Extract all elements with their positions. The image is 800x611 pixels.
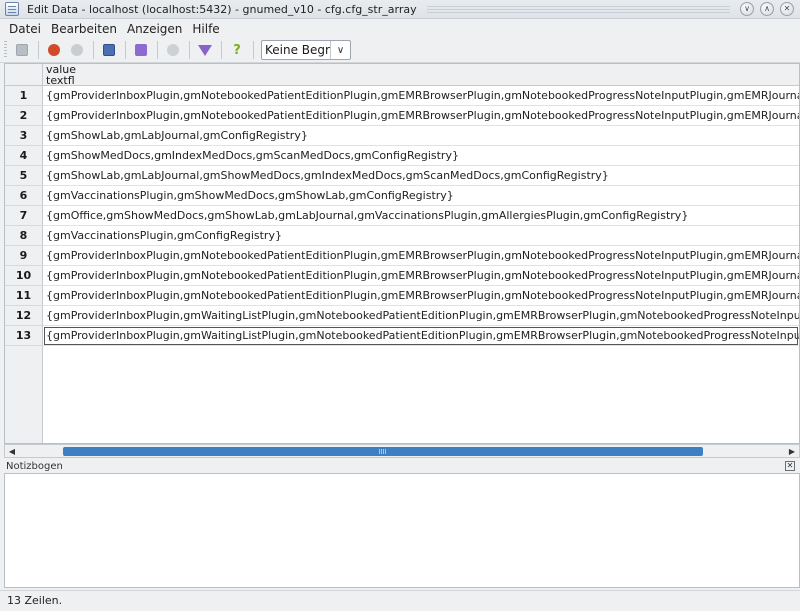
table-row[interactable]: 2 {gmProviderInboxPlugin,gmNotebookedPat… bbox=[5, 106, 799, 126]
notes-textarea[interactable] bbox=[4, 473, 800, 588]
column-header-value[interactable]: value textfl bbox=[43, 64, 799, 86]
filter-select[interactable]: Keine Begre ∨ bbox=[261, 40, 351, 60]
status-text: 13 Zeilen. bbox=[7, 594, 63, 607]
toolbar-grip[interactable] bbox=[4, 41, 7, 59]
table-row[interactable]: 6 {gmVaccinationsPlugin,gmShowMedDocs,gm… bbox=[5, 186, 799, 206]
horizontal-scrollbar[interactable]: ◀ ▶ bbox=[4, 444, 800, 458]
row-header[interactable]: 8 bbox=[5, 226, 43, 246]
chevron-down-icon[interactable]: ∨ bbox=[330, 41, 350, 59]
help-button[interactable]: ? bbox=[226, 39, 248, 61]
menu-bearbeiten[interactable]: Bearbeiten bbox=[51, 22, 117, 36]
table-row[interactable]: 10 {gmProviderInboxPlugin,gmNotebookedPa… bbox=[5, 266, 799, 286]
table-row[interactable]: 9 {gmProviderInboxPlugin,gmNotebookedPat… bbox=[5, 246, 799, 266]
status-bar: 13 Zeilen. bbox=[0, 590, 800, 611]
menu-hilfe[interactable]: Hilfe bbox=[192, 22, 219, 36]
clear-filter-icon bbox=[167, 44, 179, 56]
toolbar-separator bbox=[93, 41, 94, 59]
grid-corner[interactable] bbox=[5, 64, 43, 86]
maximize-button[interactable]: ∧ bbox=[760, 2, 774, 16]
row-header[interactable]: 9 bbox=[5, 246, 43, 266]
filter-button[interactable] bbox=[194, 39, 216, 61]
title-bar-grip bbox=[426, 5, 730, 13]
copy-button[interactable] bbox=[98, 39, 120, 61]
filter-select-value: Keine Begre bbox=[265, 43, 330, 57]
search-icon bbox=[135, 44, 147, 56]
table-row[interactable]: 8 {gmVaccinationsPlugin,gmConfigRegistry… bbox=[5, 226, 799, 246]
table-cell[interactable]: {gmProviderInboxPlugin,gmWaitingListPlug… bbox=[43, 306, 799, 326]
toolbar: ? Keine Begre ∨ bbox=[0, 38, 800, 63]
clear-filter-button[interactable] bbox=[162, 39, 184, 61]
row-header[interactable]: 6 bbox=[5, 186, 43, 206]
table-cell[interactable]: {gmShowLab,gmLabJournal,gmShowMedDocs,gm… bbox=[43, 166, 799, 186]
redo-icon bbox=[71, 44, 83, 56]
filter-icon bbox=[198, 44, 212, 56]
row-header[interactable]: 11 bbox=[5, 286, 43, 306]
menu-bar: Datei Bearbeiten Anzeigen Hilfe bbox=[0, 19, 800, 38]
toolbar-separator bbox=[221, 41, 222, 59]
table-cell[interactable]: {gmShowMedDocs,gmIndexMedDocs,gmScanMedD… bbox=[43, 146, 799, 166]
title-bar: Edit Data - localhost (localhost:5432) -… bbox=[0, 0, 800, 19]
row-header[interactable]: 2 bbox=[5, 106, 43, 126]
copy-icon bbox=[103, 44, 115, 56]
row-header[interactable]: 4 bbox=[5, 146, 43, 166]
toolbar-separator bbox=[157, 41, 158, 59]
undo-icon bbox=[48, 44, 60, 56]
notes-header: Notizbogen ✕ bbox=[4, 460, 800, 473]
table-row[interactable]: 12 {gmProviderInboxPlugin,gmWaitingListP… bbox=[5, 306, 799, 326]
row-header[interactable]: 12 bbox=[5, 306, 43, 326]
table-row[interactable]: 1 {gmProviderInboxPlugin,gmNotebookedPat… bbox=[5, 86, 799, 106]
table-cell[interactable]: {gmOffice,gmShowMedDocs,gmShowLab,gmLabJ… bbox=[43, 206, 799, 226]
scrollbar-thumb[interactable] bbox=[63, 447, 703, 456]
table-cell[interactable]: {gmProviderInboxPlugin,gmNotebookedPatie… bbox=[43, 106, 799, 126]
table-cell-current[interactable]: {gmProviderInboxPlugin,gmWaitingListPlug… bbox=[43, 326, 799, 346]
table-row[interactable]: 3 {gmShowLab,gmLabJournal,gmConfigRegist… bbox=[5, 126, 799, 146]
table-cell[interactable]: {gmShowLab,gmLabJournal,gmConfigRegistry… bbox=[43, 126, 799, 146]
row-header[interactable]: 13 bbox=[5, 326, 43, 346]
row-header[interactable]: 3 bbox=[5, 126, 43, 146]
row-header[interactable]: 10 bbox=[5, 266, 43, 286]
row-header[interactable]: 7 bbox=[5, 206, 43, 226]
save-icon bbox=[16, 44, 28, 56]
toolbar-separator bbox=[38, 41, 39, 59]
window-title: Edit Data - localhost (localhost:5432) -… bbox=[27, 2, 417, 16]
help-icon: ? bbox=[233, 42, 241, 58]
close-button[interactable]: ✕ bbox=[780, 2, 794, 16]
minimize-button[interactable]: ∨ bbox=[740, 2, 754, 16]
table-cell[interactable]: {gmProviderInboxPlugin,gmNotebookedPatie… bbox=[43, 246, 799, 266]
toolbar-separator bbox=[189, 41, 190, 59]
table-row[interactable]: 5 {gmShowLab,gmLabJournal,gmShowMedDocs,… bbox=[5, 166, 799, 186]
redo-button[interactable] bbox=[66, 39, 88, 61]
table-row[interactable]: 13 {gmProviderInboxPlugin,gmWaitingListP… bbox=[5, 326, 799, 346]
table-cell[interactable]: {gmProviderInboxPlugin,gmNotebookedPatie… bbox=[43, 266, 799, 286]
table-cell[interactable]: {gmVaccinationsPlugin,gmShowMedDocs,gmSh… bbox=[43, 186, 799, 206]
row-header[interactable]: 5 bbox=[5, 166, 43, 186]
table-cell[interactable]: {gmProviderInboxPlugin,gmNotebookedPatie… bbox=[43, 286, 799, 306]
table-cell[interactable]: {gmProviderInboxPlugin,gmNotebookedPatie… bbox=[43, 86, 799, 106]
table-cell[interactable]: {gmVaccinationsPlugin,gmConfigRegistry} bbox=[43, 226, 799, 246]
scroll-right-icon[interactable]: ▶ bbox=[786, 446, 798, 458]
data-grid[interactable]: value textfl 1 {gmProviderInboxPlugin,gm… bbox=[4, 63, 800, 444]
toolbar-separator bbox=[125, 41, 126, 59]
toolbar-separator bbox=[253, 41, 254, 59]
menu-datei[interactable]: Datei bbox=[9, 22, 41, 36]
column-header-type: textfl bbox=[46, 74, 75, 87]
table-row[interactable]: 11 {gmProviderInboxPlugin,gmNotebookedPa… bbox=[5, 286, 799, 306]
close-icon[interactable]: ✕ bbox=[785, 461, 795, 471]
table-row[interactable]: 7 {gmOffice,gmShowMedDocs,gmShowLab,gmLa… bbox=[5, 206, 799, 226]
app-icon bbox=[5, 2, 19, 16]
table-row[interactable]: 4 {gmShowMedDocs,gmIndexMedDocs,gmScanMe… bbox=[5, 146, 799, 166]
save-button[interactable] bbox=[11, 39, 33, 61]
search-button[interactable] bbox=[130, 39, 152, 61]
column-header-name: value bbox=[46, 63, 77, 76]
scrollbar-grip bbox=[379, 449, 387, 454]
row-header[interactable]: 1 bbox=[5, 86, 43, 106]
menu-anzeigen[interactable]: Anzeigen bbox=[127, 22, 182, 36]
undo-button[interactable] bbox=[43, 39, 65, 61]
row-header-blank bbox=[5, 346, 43, 443]
notes-title: Notizbogen bbox=[6, 461, 63, 472]
scroll-left-icon[interactable]: ◀ bbox=[6, 446, 18, 458]
